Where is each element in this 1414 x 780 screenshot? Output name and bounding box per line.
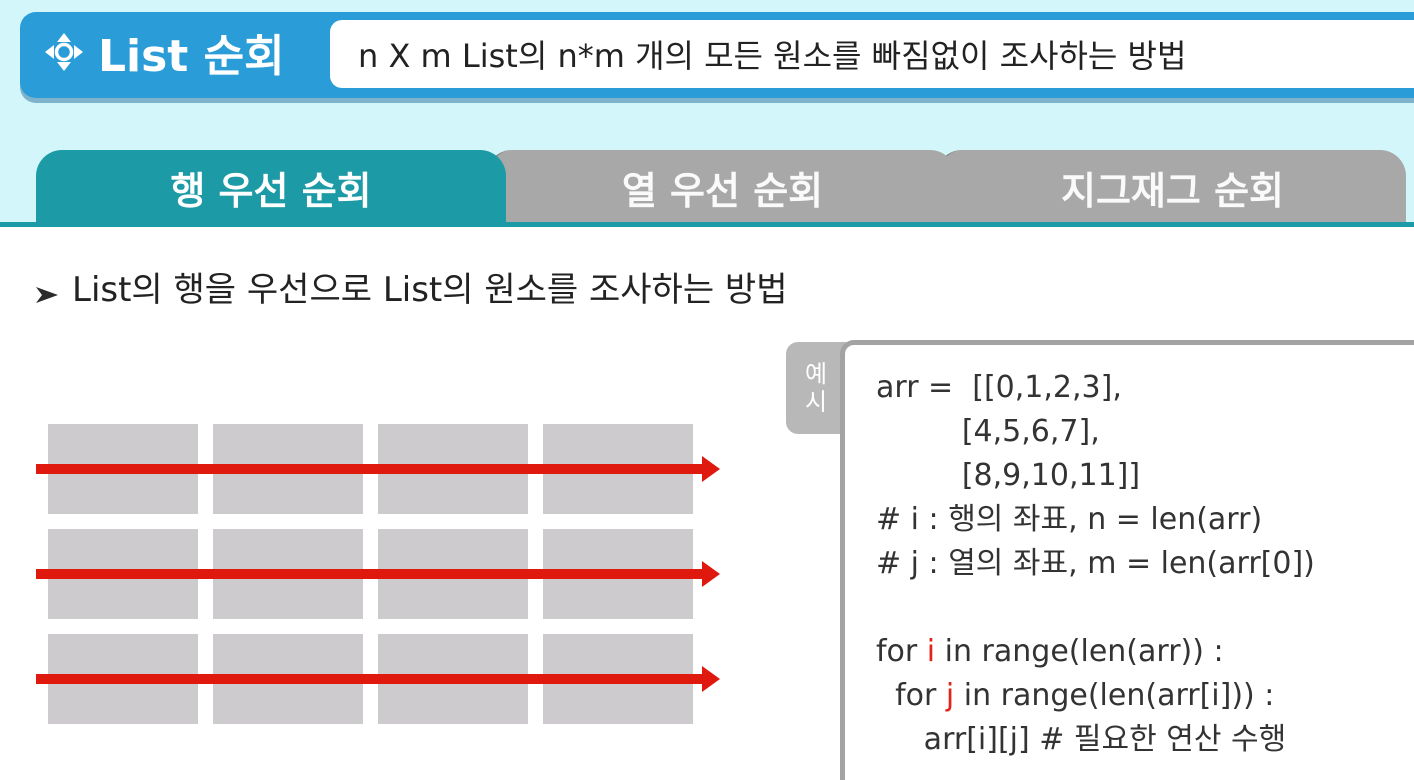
code-line: arr[i][j] # 필요한 연산 수행 (876, 718, 1414, 762)
tab-underline (0, 222, 1414, 227)
code-text: in range(len(arr[i])) : (954, 678, 1275, 713)
code-line: arr = [[0,1,2,3], (876, 366, 1414, 410)
header-description: n X m List의 n*m 개의 모든 원소를 빠짐없이 조사하는 방법 (330, 20, 1414, 88)
row-traversal-arrow (36, 561, 720, 587)
tab-zigzag-label: 지그재그 순회 (1061, 168, 1284, 213)
code-text: # j : 열의 좌표, m = len(arr[0]) (876, 546, 1315, 581)
code-line: # i : 행의 좌표, n = len(arr) (876, 498, 1414, 542)
code-text: # i : 행의 좌표, n = len(arr) (876, 502, 1263, 537)
code-line: for j in range(len(arr[i])) : (876, 674, 1414, 718)
code-text: for (876, 634, 927, 669)
arrows-layer (36, 456, 720, 692)
code-line: # j : 열의 좌표, m = len(arr[0]) (876, 542, 1414, 586)
page-title: List 순회 (98, 31, 285, 82)
tab-row-major[interactable]: 행 우선 순회 (36, 150, 506, 224)
code-line: [4,5,6,7], (876, 410, 1414, 454)
example-label-char-2: 시 (804, 388, 828, 416)
code-text: in range(len(arr)) : (935, 634, 1224, 669)
row-traversal-arrow (36, 666, 720, 692)
code-line: for i in range(len(arr)) : (876, 630, 1414, 674)
tab-row-major-label: 행 우선 순회 (170, 168, 372, 213)
code-text: [4,5,6,7], (876, 414, 1100, 449)
row-major-diagram (30, 410, 730, 730)
example-label: 예 시 (786, 342, 846, 434)
section-subtitle: List의 행을 우선으로 List의 원소를 조사하는 방법 (34, 258, 787, 314)
code-block: arr = [[0,1,2,3], [4,5,6,7], [8,9,10,11]… (876, 366, 1414, 762)
example-label-char-1: 예 (804, 360, 828, 388)
header-title-group: List 순회 (44, 22, 285, 82)
tab-bar: 행 우선 순회 열 우선 순회 지그재그 순회 (0, 150, 1414, 226)
tab-column-major[interactable]: 열 우선 순회 (486, 150, 956, 224)
move-arrows-icon (44, 32, 84, 72)
subtitle-text: List의 행을 우선으로 List의 원소를 조사하는 방법 (72, 269, 788, 310)
code-line: [8,9,10,11]] (876, 454, 1414, 498)
slide: List 순회 n X m List의 n*m 개의 모든 원소를 빠짐없이 조… (0, 0, 1414, 780)
code-highlight: j (945, 678, 955, 713)
code-highlight: i (926, 634, 936, 669)
tab-column-major-label: 열 우선 순회 (621, 168, 824, 213)
tab-zigzag[interactable]: 지그재그 순회 (936, 150, 1406, 224)
row-traversal-arrow (36, 456, 720, 482)
bullet-arrow-icon (34, 275, 60, 303)
code-text: arr = [[0,1,2,3], (876, 370, 1122, 405)
code-text: [8,9,10,11]] (876, 458, 1141, 493)
header-description-text: n X m List의 n*m 개의 모든 원소를 빠짐없이 조사하는 방법 (358, 37, 1187, 75)
code-text: arr[i][j] # 필요한 연산 수행 (876, 722, 1287, 757)
code-text: for (876, 678, 946, 713)
